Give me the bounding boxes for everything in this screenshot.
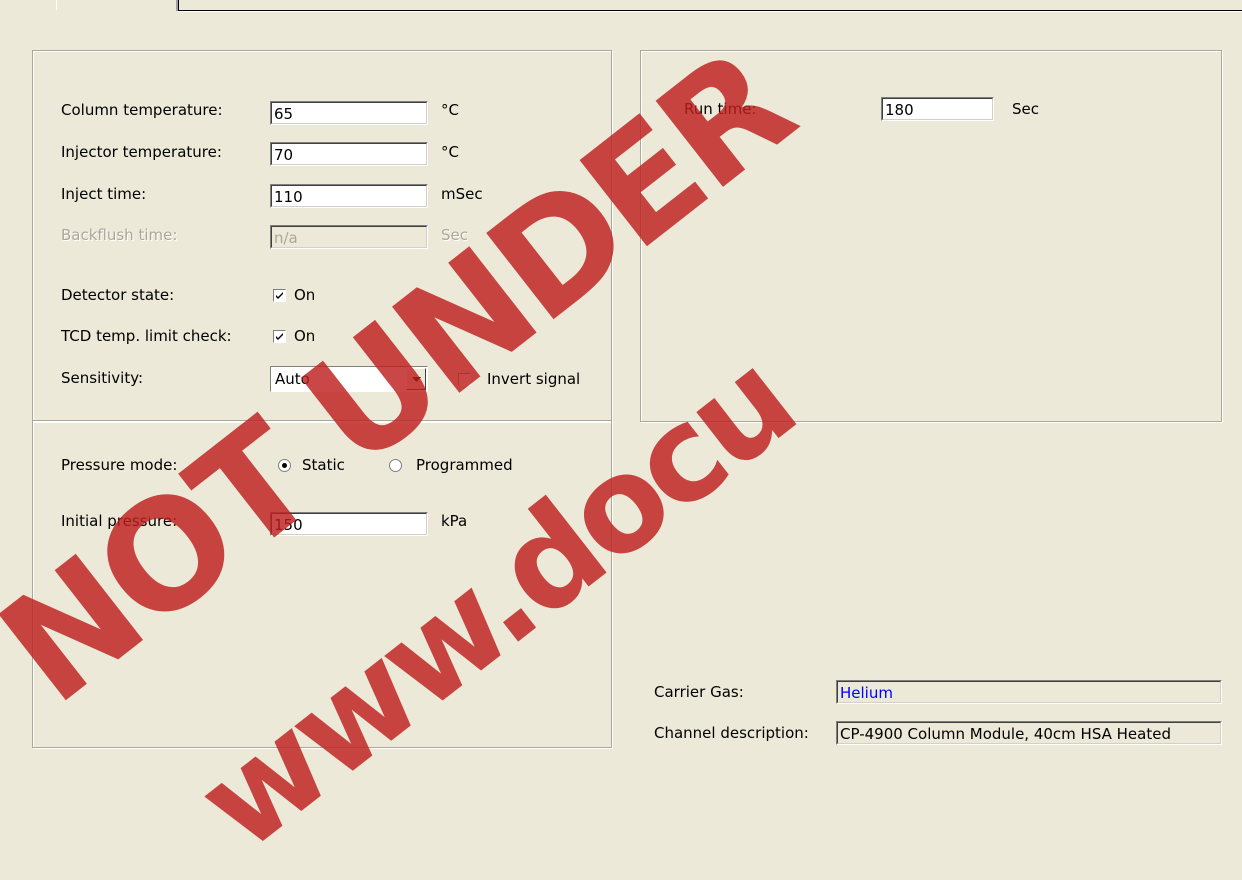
sensitivity-selected-value: Auto — [275, 370, 310, 388]
detector-state-label: Detector state: — [61, 286, 175, 304]
column-temperature-unit: °C — [441, 101, 459, 119]
run-time-unit: Sec — [1012, 100, 1039, 118]
inject-time-input[interactable]: 110 — [270, 184, 428, 208]
static-radio[interactable] — [278, 459, 291, 472]
sensitivity-label: Sensitivity: — [61, 369, 144, 387]
column-temperature-label: Column temperature: — [61, 101, 223, 119]
tab-strip-highlight — [178, 11, 1242, 12]
run-time-input[interactable]: 180 — [881, 97, 994, 121]
injector-temperature-input[interactable]: 70 — [270, 142, 428, 166]
dropdown-button[interactable] — [406, 368, 426, 390]
inject-time-unit: mSec — [441, 185, 483, 203]
chevron-down-icon — [412, 377, 421, 382]
run-time-label: Run time: — [684, 100, 757, 118]
channel-description-field: CP-4900 Column Module, 40cm HSA Heated — [836, 721, 1222, 745]
invert-signal-checkbox[interactable] — [458, 373, 471, 386]
injector-temperature-label: Injector temperature: — [61, 143, 222, 161]
initial-pressure-unit: kPa — [441, 512, 468, 530]
pressure-mode-label: Pressure mode: — [61, 456, 178, 474]
initial-pressure-input[interactable]: 150 — [270, 512, 428, 536]
checkmark-icon — [276, 333, 283, 340]
radio-selected-dot — [282, 463, 287, 468]
tcd-limit-check-checkbox[interactable] — [273, 330, 286, 343]
column-temperature-input[interactable]: 65 — [270, 101, 428, 125]
carrier-gas-label: Carrier Gas: — [654, 683, 744, 701]
detector-state-checkbox[interactable] — [273, 289, 286, 302]
injector-temperature-unit: °C — [441, 143, 459, 161]
programmed-radio-label[interactable]: Programmed — [416, 456, 513, 474]
checkmark-icon — [276, 292, 283, 299]
sensitivity-dropdown[interactable]: Auto — [270, 366, 428, 392]
inject-time-label: Inject time: — [61, 185, 147, 203]
channel-description-label: Channel description: — [654, 724, 809, 742]
tcd-limit-check-label: TCD temp. limit check: — [61, 327, 232, 345]
tcd-limit-check-checkbox-label[interactable]: On — [294, 327, 315, 345]
programmed-radio[interactable] — [389, 459, 402, 472]
tab-edge-left — [56, 0, 57, 10]
initial-pressure-label: Initial pressure: — [61, 512, 178, 530]
detector-state-checkbox-label[interactable]: On — [294, 286, 315, 304]
backflush-time-input: n/a — [270, 225, 428, 249]
carrier-gas-field: Helium — [836, 680, 1222, 704]
static-radio-label[interactable]: Static — [302, 456, 345, 474]
backflush-time-label: Backflush time: — [61, 226, 178, 244]
backflush-time-unit: Sec — [441, 226, 468, 244]
invert-signal-label[interactable]: Invert signal — [487, 370, 580, 388]
